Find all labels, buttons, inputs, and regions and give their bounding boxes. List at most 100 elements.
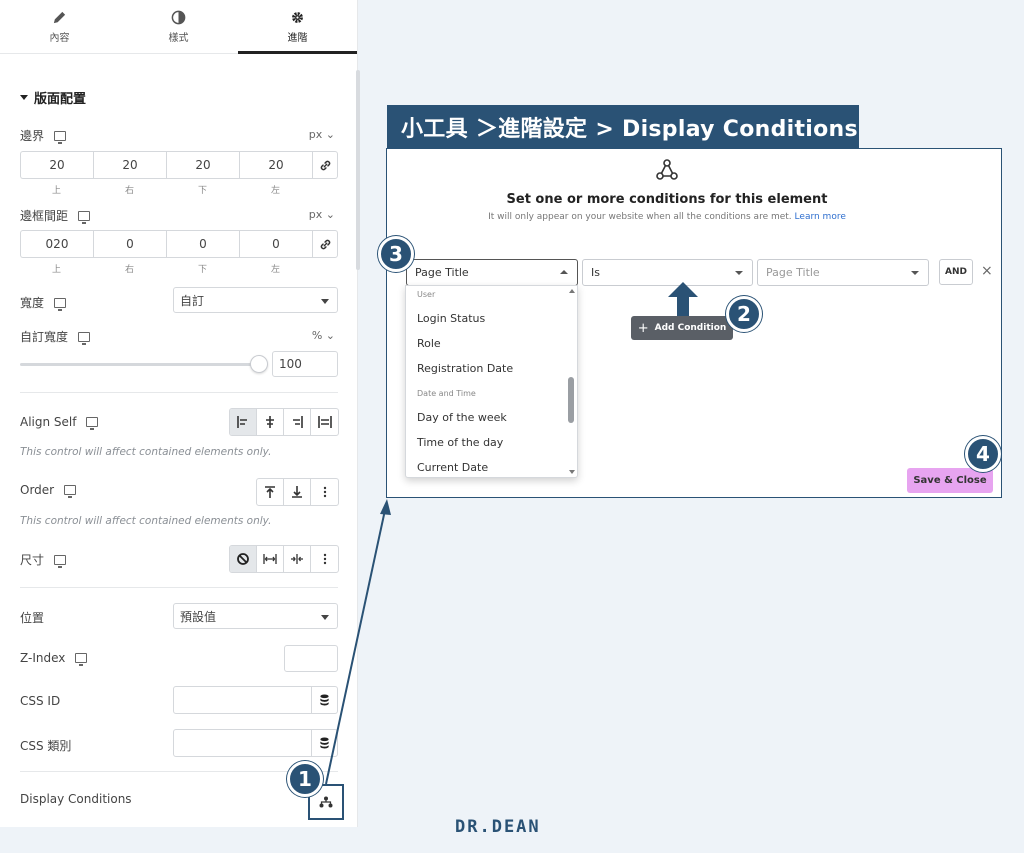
chevron-down-icon [735, 271, 743, 275]
step-badge-4: 4 [965, 436, 1001, 472]
add-condition-button[interactable]: + Add Condition [631, 316, 733, 340]
remove-condition-button[interactable]: × [981, 264, 993, 278]
link-icon[interactable] [312, 230, 338, 258]
label-text: CSS 類別 [20, 739, 72, 753]
margin-unit[interactable]: px ⌄ [309, 128, 335, 141]
align-end-button[interactable] [284, 409, 311, 435]
dropdown-group-label: Date and Time [417, 389, 476, 398]
custom-width-unit[interactable]: % ⌄ [312, 329, 335, 342]
dropdown-scrollbar[interactable] [568, 377, 574, 423]
width-slider-handle[interactable] [250, 355, 268, 373]
label-text: Align Self [20, 415, 77, 429]
label-text: 邊框間距 [20, 209, 69, 223]
size-shrink-button[interactable] [284, 546, 311, 572]
padding-side-labels: 上 右 下 左 [20, 262, 312, 275]
layout-section-toggle[interactable]: 版面配置 [20, 88, 86, 107]
dropdown-item[interactable]: Time of the day [417, 436, 503, 449]
width-slider-track[interactable] [20, 363, 260, 366]
desktop-icon[interactable] [54, 297, 67, 311]
size-more-button[interactable] [311, 546, 338, 572]
dropdown-item[interactable]: Login Status [417, 312, 485, 325]
link-icon[interactable] [312, 151, 338, 179]
dynamic-tags-button[interactable] [311, 730, 337, 756]
desktop-icon[interactable] [78, 331, 91, 345]
dropdown-item[interactable]: Registration Date [417, 362, 513, 375]
and-button[interactable]: AND [939, 259, 973, 285]
side-label: 下 [197, 186, 207, 196]
css-id-input[interactable] [173, 686, 338, 714]
z-index-input[interactable] [284, 645, 338, 672]
align-start-button[interactable] [230, 409, 257, 435]
tab-advanced[interactable]: 進階 [238, 0, 357, 54]
custom-width-input[interactable]: 100 [272, 351, 338, 377]
panel-scrollbar[interactable] [356, 70, 360, 270]
width-select[interactable]: 自訂 [173, 287, 338, 313]
condition-field-dropdown: User Login Status Role Registration Date… [405, 285, 578, 478]
desktop-icon[interactable] [54, 554, 67, 568]
order-first-button[interactable] [257, 479, 284, 505]
tab-style[interactable]: 樣式 [119, 0, 238, 53]
learn-more-link[interactable]: Learn more [795, 212, 846, 222]
tab-content[interactable]: 內容 [0, 0, 119, 53]
side-label: 上 [51, 186, 61, 196]
desktop-icon[interactable] [75, 653, 88, 666]
margin-right-input[interactable]: 20 [93, 151, 166, 179]
panel-tabs: 內容 樣式 進階 [0, 0, 357, 54]
chevron-down-icon [321, 299, 329, 304]
size-none-button[interactable] [230, 546, 257, 572]
margin-bottom-input[interactable]: 20 [166, 151, 239, 179]
custom-width-label: 自訂寬度 [20, 328, 91, 345]
scroll-down-icon[interactable] [569, 470, 575, 474]
scroll-up-icon[interactable] [569, 289, 575, 293]
dynamic-tags-button[interactable] [311, 687, 337, 713]
compress-horizontal-icon [291, 554, 303, 564]
label-text: 尺寸 [20, 553, 45, 567]
arrow-up-icon [668, 282, 698, 316]
order-more-button[interactable] [311, 479, 338, 505]
side-label: 上 [51, 265, 61, 275]
padding-top-input[interactable]: 020 [20, 230, 93, 258]
tab-label: 內容 [49, 32, 70, 44]
padding-right-input[interactable]: 0 [93, 230, 166, 258]
label-text: Display Conditions [20, 792, 132, 806]
label-text: Order [20, 483, 55, 497]
padding-left-input[interactable]: 0 [239, 230, 312, 258]
settings-panel: 內容 樣式 進階 版面配置 邊界 px ⌄ 20 20 20 20 上 右 下 … [0, 0, 358, 827]
align-stretch-icon [317, 416, 332, 428]
desktop-icon[interactable] [54, 130, 67, 144]
order-label: Order [20, 483, 77, 498]
align-stretch-button[interactable] [311, 409, 338, 435]
size-grow-button[interactable] [257, 546, 284, 572]
position-select[interactable]: 預設值 [173, 603, 338, 629]
dropdown-group-label: User [417, 290, 436, 299]
align-end-icon [293, 416, 303, 428]
align-start-icon [237, 416, 247, 428]
margin-top-input[interactable]: 20 [20, 151, 93, 179]
padding-unit[interactable]: px ⌄ [309, 208, 335, 221]
label-text: CSS ID [20, 694, 61, 708]
order-last-button[interactable] [284, 479, 311, 505]
order-group [256, 478, 339, 506]
dropdown-item[interactable]: Current Date [417, 461, 488, 474]
padding-label: 邊框間距 [20, 207, 91, 224]
css-class-input[interactable] [173, 729, 338, 757]
database-icon [320, 694, 329, 706]
gear-icon [292, 11, 303, 23]
condition-value-select[interactable]: Page Title [757, 259, 929, 286]
css-id-label: CSS ID [20, 694, 60, 708]
condition-field-select[interactable]: Page Title [406, 259, 578, 286]
dropdown-item[interactable]: Role [417, 337, 441, 350]
order-note: This control will affect contained eleme… [20, 515, 272, 527]
desktop-icon[interactable] [86, 417, 99, 430]
display-conditions-label: Display Conditions [20, 792, 132, 806]
step-badge-1: 1 [287, 761, 323, 797]
unit-text: % [311, 329, 323, 342]
chevron-down-icon [911, 271, 919, 275]
padding-bottom-input[interactable]: 0 [166, 230, 239, 258]
desktop-icon[interactable] [78, 210, 91, 224]
desktop-icon[interactable] [64, 485, 77, 498]
dropdown-item[interactable]: Day of the week [417, 411, 507, 424]
margin-left-input[interactable]: 20 [239, 151, 312, 179]
align-center-button[interactable] [257, 409, 284, 435]
css-class-label: CSS 類別 [20, 737, 71, 754]
